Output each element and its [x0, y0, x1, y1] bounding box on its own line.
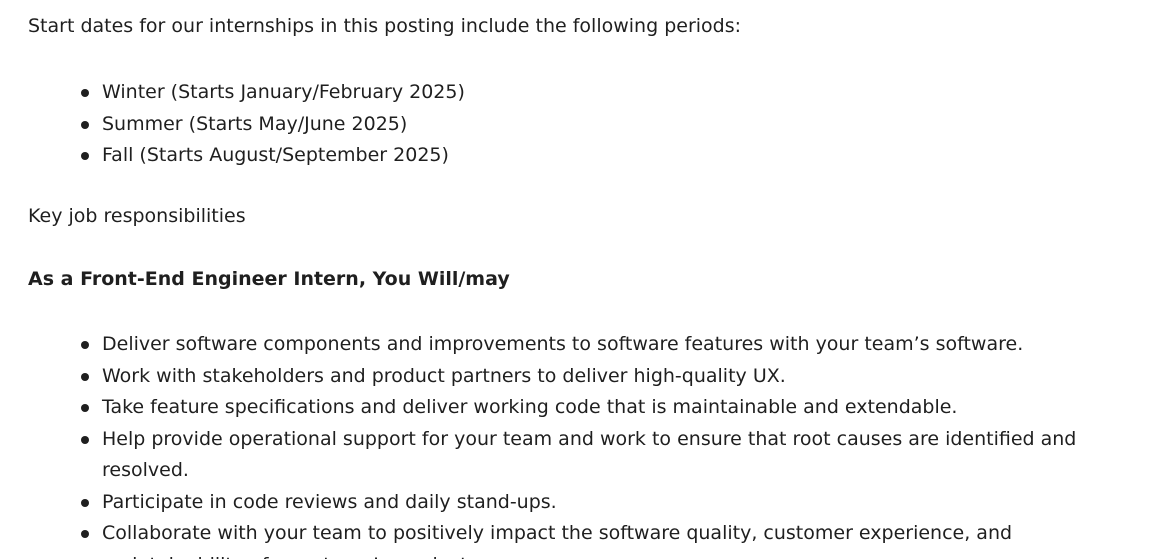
list-item-text: Deliver software components and improvem… [102, 333, 1024, 355]
bullet-icon [81, 435, 89, 444]
list-item-text: Participate in code reviews and daily st… [102, 490, 557, 513]
list-item: Help provide operational support for you… [81, 424, 1156, 487]
list-item-text: Work with stakeholders and product partn… [102, 364, 786, 387]
list-item: Winter (Starts January/February 2025) [81, 77, 1156, 109]
list-item: Participate in code reviews and daily st… [81, 487, 1156, 519]
bullet-icon [81, 120, 89, 129]
intro-text: Start dates for our internships in this … [28, 15, 742, 37]
bullet-icon [81, 404, 89, 412]
list-item: Work with stakeholders and product partn… [81, 361, 1156, 393]
list-item: Collaborate with your team to positively… [81, 518, 1156, 559]
list-item-text: Collaborate with your team to positively… [102, 522, 1013, 559]
bullet-icon [81, 530, 89, 538]
list-item-text: Fall (Starts August/September 2025) [102, 144, 449, 166]
bullet-icon [81, 152, 89, 160]
list-item-text: Summer (Starts May/June 2025) [102, 112, 408, 135]
list-item: Deliver software components and improvem… [81, 329, 1156, 361]
start-dates-list: Winter (Starts January/February 2025) Su… [28, 77, 1156, 172]
bullet-icon [81, 498, 89, 507]
bullet-icon [81, 89, 89, 97]
list-item-text: Take feature specifications and deliver … [102, 396, 958, 418]
list-item: Take feature specifications and deliver … [81, 392, 1156, 424]
list-item: Fall (Starts August/September 2025) [81, 140, 1156, 172]
list-item-text: Help provide operational support for you… [102, 427, 1077, 482]
list-item: Summer (Starts May/June 2025) [81, 109, 1156, 141]
responsibilities-heading: Key job responsibilities [28, 205, 246, 227]
list-item-text: Winter (Starts January/February 2025) [102, 81, 465, 103]
bullet-icon [81, 341, 89, 349]
responsibilities-list: Deliver software components and improvem… [28, 329, 1156, 559]
job-posting-content: Start dates for our internships in this … [0, 0, 1168, 559]
role-heading: As a Front-End Engineer Intern, You Will… [28, 268, 510, 290]
bullet-icon [81, 372, 89, 381]
